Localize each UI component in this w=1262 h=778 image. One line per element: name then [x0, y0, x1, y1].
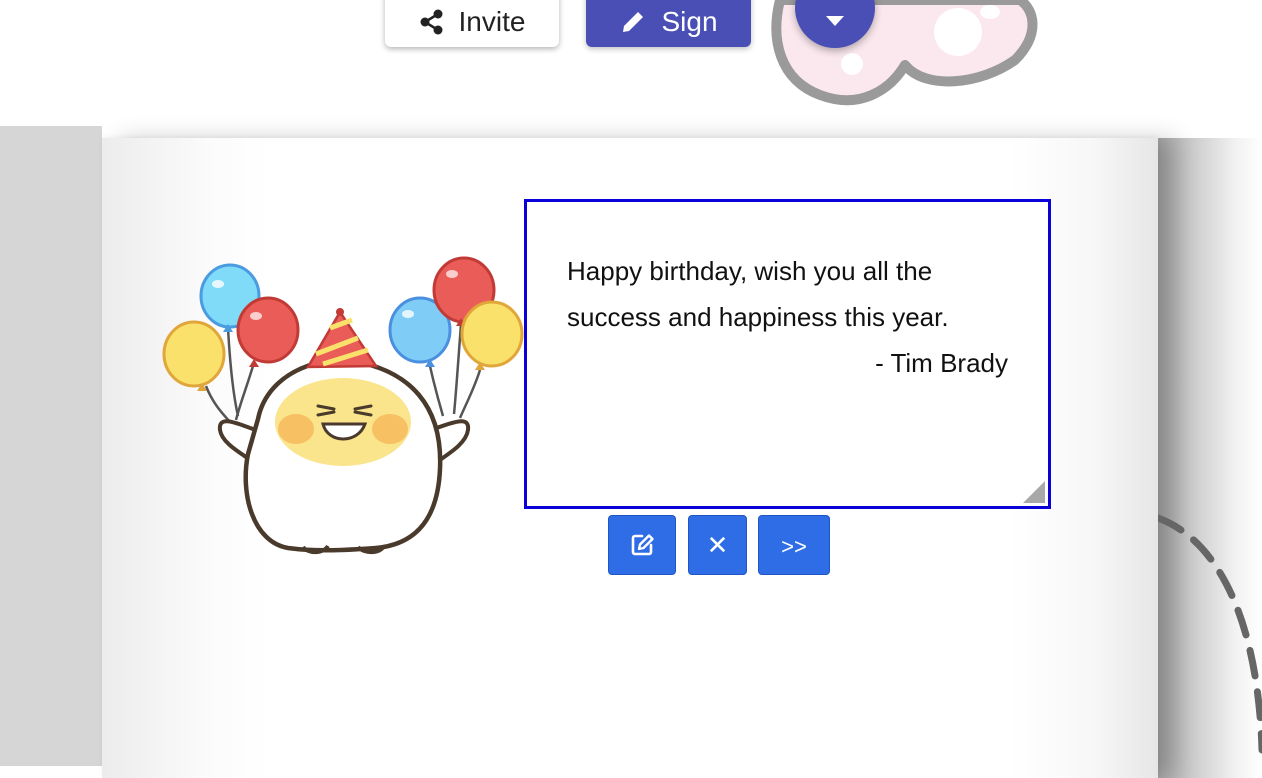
edit-button[interactable] [608, 515, 676, 575]
next-label: >> [781, 534, 807, 559]
edit-icon [631, 534, 654, 556]
invite-button[interactable]: Invite [385, 0, 559, 47]
pencil-icon [623, 9, 646, 32]
sign-button[interactable]: Sign [586, 0, 751, 47]
message-textbox[interactable]: Happy birthday, wish you all the success… [524, 199, 1051, 509]
dashed-circle-decoration [1158, 514, 1262, 754]
next-button[interactable]: >> [758, 515, 830, 575]
message-line-1: Happy birthday, wish you all the [567, 256, 933, 286]
sign-label: Sign [661, 5, 718, 37]
card-left-flap [0, 126, 102, 766]
resize-handle[interactable] [1023, 481, 1045, 503]
share-icon [420, 9, 443, 34]
message-line-2: success and happiness this year. [567, 302, 949, 332]
message-signature: - Tim Brady [875, 348, 1008, 378]
delete-button[interactable]: ✕ [688, 515, 747, 575]
close-icon: ✕ [706, 529, 729, 560]
caret-down-icon [826, 16, 844, 26]
flower-decoration [771, 0, 1038, 106]
invite-label: Invite [458, 5, 526, 37]
birthday-character-illustration [162, 256, 524, 555]
